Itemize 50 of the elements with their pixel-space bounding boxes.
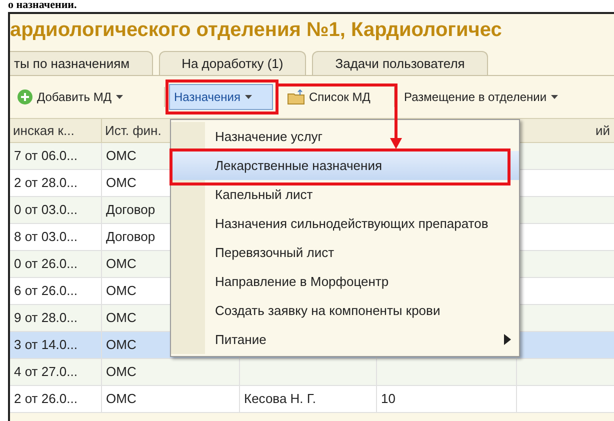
table-row[interactable]: 2 от 26.0... ОМС Кесова Н. Г. 10 (10, 386, 614, 413)
menu-item[interactable]: Питание (171, 325, 519, 354)
menu-item[interactable]: Капельный лист (171, 180, 519, 209)
table-cell-text: ОМС (106, 147, 136, 166)
table-cell-text: Договор (106, 228, 156, 246)
submenu-arrow-icon (504, 334, 511, 345)
table-cell-text: 10 (381, 390, 396, 408)
column-header: Ист. фин. (104, 122, 162, 140)
tab[interactable]: На доработку (1) (158, 51, 306, 75)
table-row[interactable]: 4 от 27.0... ОМС (10, 359, 614, 386)
menu-item[interactable]: Создать заявку на компоненты крови (171, 296, 519, 325)
column-header: ий (595, 122, 610, 140)
caret-icon (116, 95, 122, 99)
table-cell-text: 7 от 06.0... (14, 147, 78, 166)
caption-text: о назначении. (7, 0, 78, 11)
column-header: инская к... (12, 122, 74, 140)
table-cell-text: 9 от 28.0... (14, 309, 78, 328)
menu-item[interactable]: Назначения сильнодействующих препаратов (171, 209, 519, 238)
table-cell-text: ОМС (106, 309, 136, 328)
table-cell-text: 0 от 03.0... (14, 201, 78, 220)
window-title: ардиологического отделения №1, Кардиологичес (10, 18, 503, 43)
toolbar-button[interactable]: Добавить МД (12, 84, 160, 110)
table-cell-text: 2 от 26.0... (14, 390, 78, 408)
plus-icon (17, 89, 33, 105)
table-cell-text: 6 от 26.0... (14, 282, 78, 300)
caret-icon (244, 95, 252, 99)
table-cell-text: 2 от 28.0... (14, 174, 78, 192)
menu-item[interactable]: Лекарственные назначения (171, 151, 519, 180)
menu-item[interactable]: Перевязочный лист (171, 238, 519, 267)
menu-item[interactable]: Назначение услуг (171, 122, 519, 151)
table-cell-text: 8 от 03.0... (14, 228, 78, 246)
table-cell-text: Договор (106, 201, 156, 220)
toolbar-button[interactable]: Назначения (169, 84, 273, 110)
table-cell-text: ОМС (106, 255, 136, 274)
table-cell-text: ОМС (106, 174, 136, 192)
toolbar-button[interactable]: Размещение в отделении (399, 84, 563, 110)
table-cell-text: ОМС (106, 390, 136, 408)
menu-item[interactable]: Направление в Морфоцентр (171, 267, 519, 296)
table-cell-text: ОМС (106, 363, 136, 382)
tab[interactable]: ты по назначениям (10, 51, 153, 75)
toolbar-button[interactable]: Список МД (282, 84, 390, 110)
table-cell-text: ОМС (106, 336, 136, 354)
caret-icon (550, 95, 558, 99)
table-cell-text: 3 от 14.0... (14, 336, 78, 354)
table-cell-text: 0 от 26.0... (14, 255, 78, 274)
tab[interactable]: Задачи пользователя (312, 51, 488, 75)
table-cell-text: 4 от 27.0... (14, 363, 78, 382)
folder-icon (287, 89, 305, 105)
table-cell-text: ОМС (106, 282, 136, 300)
table-cell-text: Кесова Н. Г. (244, 390, 316, 408)
